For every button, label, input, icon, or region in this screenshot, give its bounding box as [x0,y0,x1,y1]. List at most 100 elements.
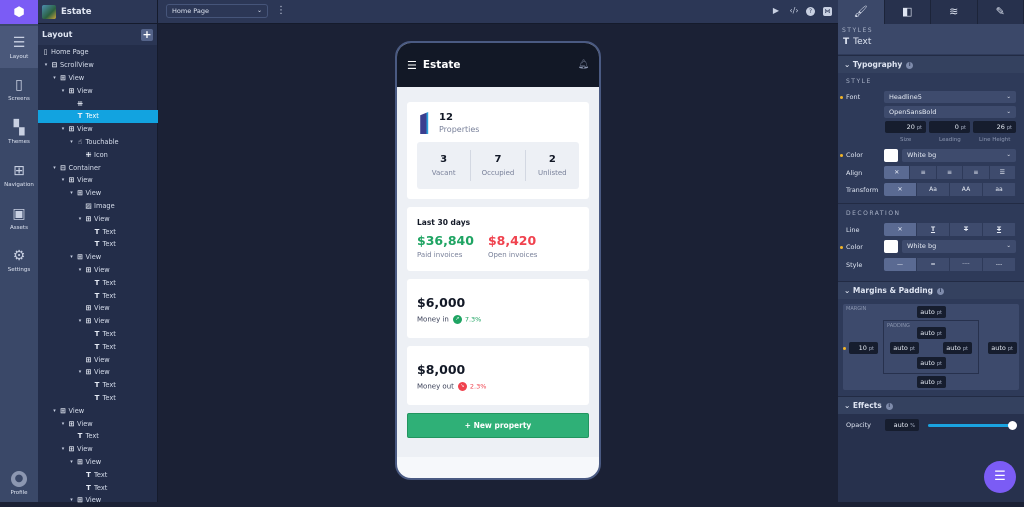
tree-item[interactable]: ▾⊞View [38,187,158,200]
tree-item[interactable]: ▾⊞View [38,404,158,417]
caret-down-icon[interactable]: ▾ [68,190,76,196]
font-size-input[interactable]: 20pt [885,121,926,133]
tree-item[interactable]: TText [38,276,158,289]
tree-item[interactable]: ▯Home Page [38,46,158,59]
caret-down-icon[interactable]: ▾ [68,459,76,465]
line-none-icon[interactable]: ✕ [884,223,917,236]
align-left-icon[interactable]: ≡ [910,166,936,179]
tree-item[interactable]: ⊞View [38,302,158,315]
tree-item[interactable]: ▾⊞View [38,84,158,97]
margins-section-header[interactable]: ⌄ Margins & Paddingi [838,281,1024,299]
new-property-button[interactable]: + New property [407,413,589,438]
margin-right-input[interactable]: autopt [988,342,1017,354]
tab-data[interactable]: ≋ [931,0,978,24]
bell-icon[interactable]: 🔔︎ [578,60,589,70]
rail-item-screens[interactable]: ▯Screens [0,68,38,110]
list-menu-button[interactable]: ☰ [984,461,1016,493]
padding-right-input[interactable]: autopt [943,342,972,354]
underline-strike-icon[interactable]: T [983,223,1016,236]
tree-item[interactable]: ▨Image [38,200,158,213]
caret-down-icon[interactable]: ▾ [51,165,59,171]
rail-item-layout[interactable]: ☰Layout [0,26,38,68]
caret-down-icon[interactable]: ▾ [76,369,84,375]
padding-bottom-input[interactable]: autopt [917,357,946,369]
color-select[interactable]: White bg⌄ [902,149,1016,162]
dotted-line-icon[interactable]: ···· [950,258,983,271]
padding-top-input[interactable]: autopt [917,327,946,339]
underline-icon[interactable]: T [917,223,950,236]
solid-line-icon[interactable]: — [884,258,917,271]
strikethrough-icon[interactable]: T [950,223,983,236]
tree-item[interactable]: ▾⊞View [38,417,158,430]
rail-item-settings[interactable]: ⚙Settings [0,239,38,281]
transform-none[interactable]: ✕ [884,183,917,196]
margin-bottom-input[interactable]: autopt [917,376,946,388]
more-options-icon[interactable]: ⋮ [276,4,286,18]
tree-item[interactable]: ▾⊞View [38,494,158,507]
leading-input[interactable]: 0pt [929,121,970,133]
code-icon[interactable]: ‹/› [788,5,800,17]
tree-item[interactable]: TText [38,328,158,341]
transform-uppercase[interactable]: AA [950,183,983,196]
padding-left-input[interactable]: autopt [890,342,919,354]
tree-item[interactable]: ⁜Icon [38,148,158,161]
tree-item[interactable]: TText [38,392,158,405]
play-icon[interactable]: ▶ [770,5,782,17]
tree-item[interactable]: ▾⊞View [38,315,158,328]
tree-item[interactable]: ▾⊞View [38,443,158,456]
tree-item[interactable]: ▾⊞View [38,212,158,225]
opacity-input[interactable]: auto% [885,419,919,431]
align-segmented[interactable]: ✕≡≡≡☰ [884,166,1016,179]
caret-down-icon[interactable]: ▾ [51,408,59,414]
tree-item[interactable]: ⁜ [38,97,158,110]
align-center-icon[interactable]: ≡ [963,166,989,179]
caret-down-icon[interactable]: ▾ [59,421,67,427]
tree-item[interactable]: ▾⊞View [38,251,158,264]
properties-card[interactable]: 12Properties 3Vacant 7Occupied 2Unlisted [407,102,589,199]
rail-item-themes[interactable]: ▚Themes [0,111,38,153]
rail-item-profile[interactable]: ●Profile [0,462,38,504]
line-style-segmented[interactable]: —═····--- [884,258,1016,271]
tree-item[interactable]: ▾⊟Container [38,161,158,174]
tree-item[interactable]: TText [38,225,158,238]
tree-item[interactable]: ▾⊞View [38,366,158,379]
line-decoration-segmented[interactable]: ✕TTT [884,223,1016,236]
tree-item[interactable]: TText [38,481,158,494]
typography-section-header[interactable]: ⌄ Typographyi [838,55,1024,73]
caret-down-icon[interactable]: ▾ [59,88,67,94]
share-icon[interactable]: ⋈ [823,7,832,16]
tree-item[interactable]: ▾⊞View [38,264,158,277]
transform-capitalize[interactable]: Aa [917,183,950,196]
rail-item-assets[interactable]: ▣Assets [0,197,38,239]
transform-lowercase[interactable]: aa [983,183,1016,196]
tree-item[interactable]: TText [38,430,158,443]
rail-item-navigation[interactable]: ⊞Navigation [0,154,38,196]
add-component-button[interactable]: + [141,29,153,41]
decoration-color-swatch[interactable] [884,240,898,253]
tab-styles[interactable]: 🖌︎ [838,0,885,24]
transform-segmented[interactable]: ✕AaAAaa [884,183,1016,196]
decoration-color-select[interactable]: White bg⌄ [902,240,1016,253]
app-logo[interactable]: ⬢ [0,0,38,24]
tab-effects[interactable]: ✎ [978,0,1024,24]
align-none-icon[interactable]: ✕ [884,166,910,179]
align-right-icon[interactable]: ≡ [937,166,963,179]
double-line-icon[interactable]: ═ [917,258,950,271]
font-family-select[interactable]: OpenSansBold⌄ [884,106,1016,118]
caret-down-icon[interactable]: ▾ [76,318,84,324]
caret-down-icon[interactable]: ▾ [76,216,84,222]
tree-item[interactable]: ▾⊞View [38,123,158,136]
dashed-line-icon[interactable]: --- [983,258,1016,271]
font-style-select[interactable]: Headline5⌄ [884,91,1016,103]
caret-down-icon[interactable]: ▾ [68,254,76,260]
effects-section-header[interactable]: ⌄ Effectsi [838,396,1024,414]
tree-item[interactable]: ▾⊟ScrollView [38,59,158,72]
caret-down-icon[interactable]: ▾ [59,446,67,452]
caret-down-icon[interactable]: ▾ [59,177,67,183]
caret-down-icon[interactable]: ▾ [68,139,76,145]
caret-down-icon[interactable]: ▾ [59,126,67,132]
line-height-input[interactable]: 26pt [973,121,1016,133]
page-select[interactable]: Home Page⌄ [166,4,268,18]
tree-item[interactable]: TText [38,468,158,481]
tree-item[interactable]: ▾⊞View [38,456,158,469]
